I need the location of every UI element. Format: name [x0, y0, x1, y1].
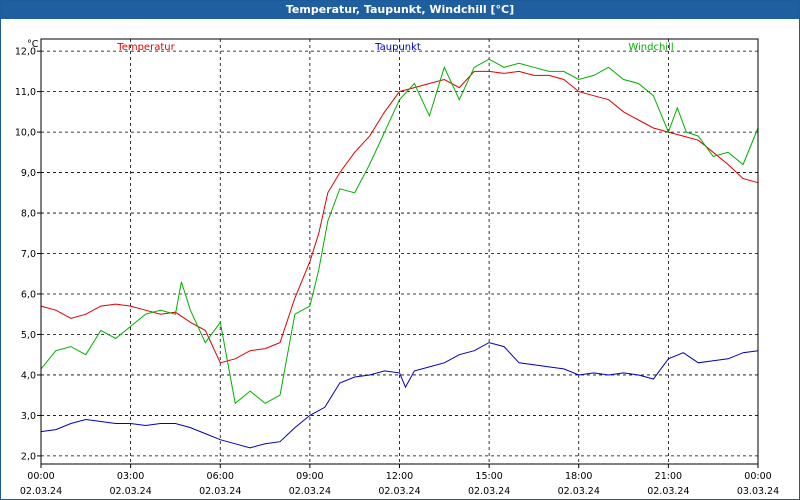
- x-tick-time: 00:00: [27, 471, 54, 482]
- y-tick-label: 2,0: [21, 451, 36, 462]
- legend-windchill: Windchill: [628, 42, 673, 53]
- chart-window: Temperatur, Taupunkt, Windchill [°C] 2,0…: [0, 0, 800, 500]
- y-tick-label: 4,0: [21, 370, 36, 381]
- y-tick-label: 9,0: [21, 168, 36, 179]
- x-tick-date: 02.03.24: [199, 486, 241, 497]
- window-title: Temperatur, Taupunkt, Windchill [°C]: [1, 1, 799, 19]
- x-tick-date: 02.03.24: [378, 486, 420, 497]
- x-tick-time: 03:00: [117, 471, 144, 482]
- x-tick-date: 02.03.24: [558, 486, 600, 497]
- y-tick-label: 7,0: [21, 249, 36, 260]
- line-chart: 2,03,04,05,06,07,08,09,010,011,012,000:0…: [15, 38, 779, 497]
- series-line-temperatur: [40, 70, 759, 364]
- y-tick-label: 3,0: [21, 411, 36, 422]
- x-tick-date: 02.03.24: [647, 486, 689, 497]
- y-tick-label: 6,0: [21, 290, 36, 301]
- x-tick-date: 03.03.24: [737, 486, 779, 497]
- chart-grid: [41, 39, 758, 464]
- y-tick-label: 11,0: [15, 87, 36, 98]
- x-tick-date: 02.03.24: [20, 486, 62, 497]
- x-tick-date: 02.03.24: [109, 486, 151, 497]
- y-axis-unit: °C: [27, 39, 39, 50]
- y-tick-label: 8,0: [21, 209, 36, 220]
- y-tick-label: 10,0: [15, 128, 36, 139]
- chart-labels: 2,03,04,05,06,07,08,09,010,011,012,000:0…: [15, 39, 779, 497]
- x-tick-time: 21:00: [655, 471, 682, 482]
- legend-taupunkt: Taupunkt: [374, 42, 421, 53]
- x-tick-time: 09:00: [296, 471, 323, 482]
- x-tick-date: 02.03.24: [289, 486, 331, 497]
- x-tick-time: 18:00: [565, 471, 592, 482]
- x-tick-date: 02.03.24: [468, 486, 510, 497]
- x-tick-time: 15:00: [475, 471, 502, 482]
- x-tick-time: 00:00: [744, 471, 771, 482]
- legend-temperatur: Temperatur: [116, 42, 175, 53]
- x-tick-time: 06:00: [207, 471, 234, 482]
- x-tick-time: 12:00: [386, 471, 413, 482]
- y-tick-label: 5,0: [21, 330, 36, 341]
